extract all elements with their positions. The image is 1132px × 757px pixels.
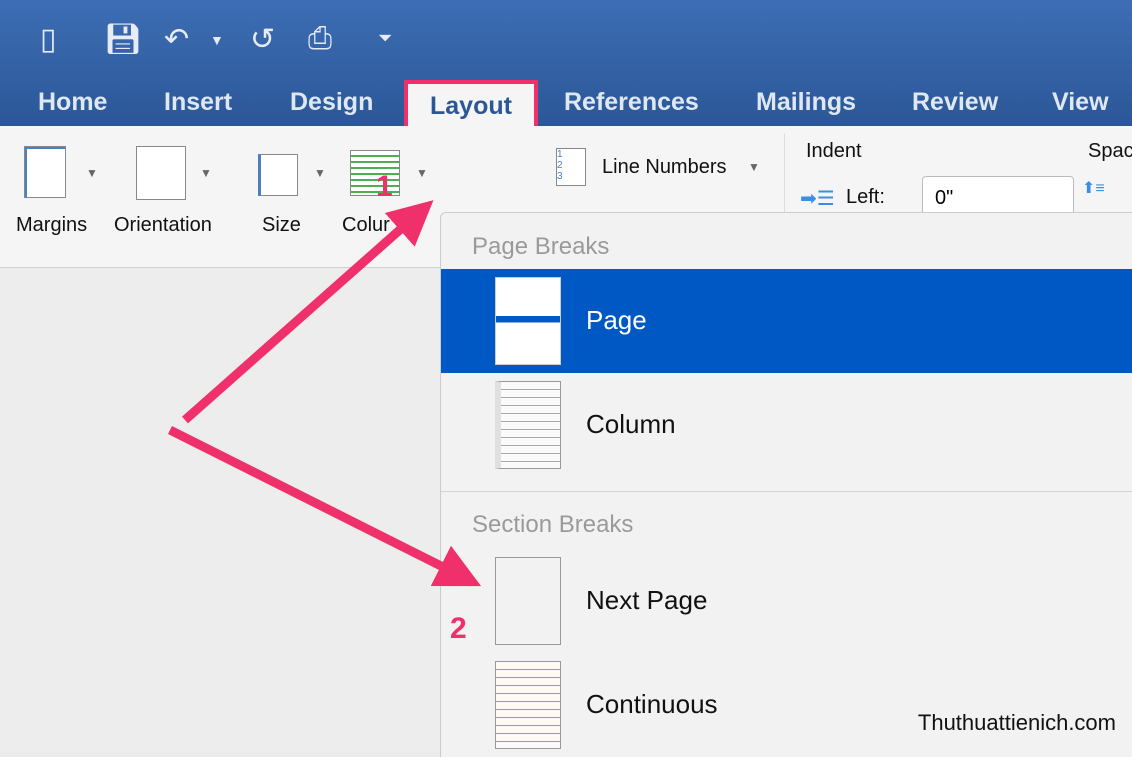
annotation-arrows	[167, 200, 482, 587]
arrow-2	[167, 425, 482, 587]
arrow-1	[182, 200, 434, 424]
watermark: Thuthuattienich.com	[917, 710, 1116, 735]
step-2-label: 2	[450, 612, 467, 645]
step-1-label: 1	[376, 170, 393, 203]
